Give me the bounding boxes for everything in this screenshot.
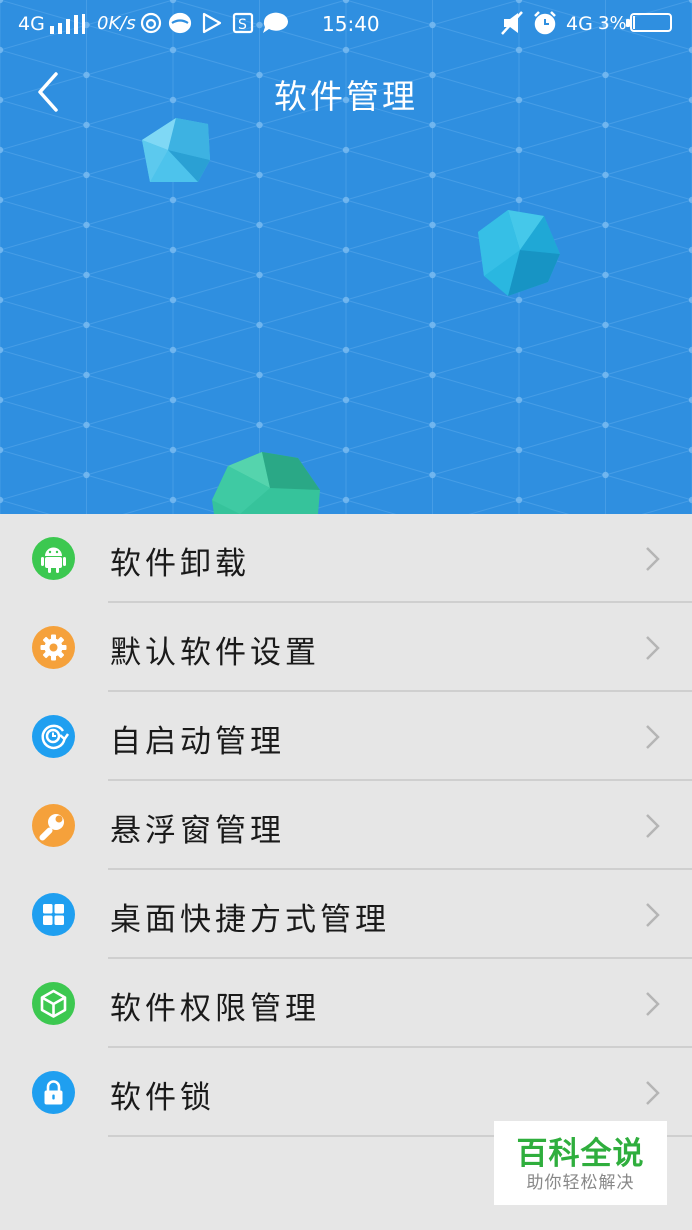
svg-text:S: S (238, 17, 247, 33)
grid-icon (32, 893, 75, 936)
chevron-right-icon (646, 1081, 660, 1105)
gem-shape-3 (212, 452, 320, 514)
settings-list: 软件卸载 默认软件设置 自启动管理 悬浮窗管理 桌面快捷方式管理 软件权限管理 … (0, 514, 692, 1137)
network-type: 4G (18, 13, 45, 35)
cube-icon (32, 982, 75, 1025)
page-title: 软件管理 (274, 77, 418, 116)
watermark-logo: 百科全说 助你轻松解决 (494, 1121, 667, 1205)
clock-refresh-icon (32, 715, 75, 758)
battery-percent: 3% (598, 13, 627, 34)
clock-time: 15:40 (322, 12, 380, 36)
gem-shape-1 (142, 118, 210, 182)
menu-item-label: 自启动管理 (110, 724, 285, 760)
alarm-icon (532, 10, 558, 42)
wrench-icon (32, 804, 75, 847)
status-bar: 4G 0K/s S 15:40 4G 3% (0, 0, 692, 48)
menu-item-label: 悬浮窗管理 (110, 813, 285, 849)
menu-item-autostart[interactable]: 自启动管理 (0, 692, 692, 781)
battery-icon (626, 13, 672, 32)
menu-item-label: 软件锁 (110, 1080, 215, 1116)
menu-item-desktop-shortcuts[interactable]: 桌面快捷方式管理 (0, 870, 692, 959)
menu-item-label: 桌面快捷方式管理 (110, 902, 390, 938)
chevron-right-icon (646, 725, 660, 749)
watermark-subtitle: 助你轻松解决 (526, 1173, 635, 1193)
signal-icon (50, 14, 86, 40)
menu-item-label: 默认软件设置 (110, 635, 320, 671)
chevron-right-icon (646, 547, 660, 571)
network-speed: 0K/s (97, 13, 136, 34)
gem-shape-2 (478, 210, 560, 296)
network-type-secondary: 4G (566, 13, 593, 35)
menu-item-label: 软件卸载 (110, 546, 250, 582)
chevron-right-icon (646, 814, 660, 838)
menu-item-uninstall[interactable]: 软件卸载 (0, 514, 692, 603)
menu-item-default-apps[interactable]: 默认软件设置 (0, 603, 692, 692)
notification-icons: S (140, 10, 290, 42)
title-bar: 软件管理 (0, 58, 692, 126)
chevron-right-icon (646, 636, 660, 660)
menu-item-label: 软件权限管理 (110, 991, 320, 1027)
watermark-title: 百科全说 (516, 1136, 645, 1172)
gear-icon (32, 626, 75, 669)
mute-icon (500, 10, 524, 42)
menu-item-floating-window[interactable]: 悬浮窗管理 (0, 781, 692, 870)
chevron-right-icon (646, 903, 660, 927)
menu-item-permissions[interactable]: 软件权限管理 (0, 959, 692, 1048)
header-banner: 4G 0K/s S 15:40 4G 3% 软件管理 (0, 0, 692, 514)
android-icon (32, 537, 75, 580)
lock-icon (32, 1071, 75, 1114)
chevron-right-icon (646, 992, 660, 1016)
